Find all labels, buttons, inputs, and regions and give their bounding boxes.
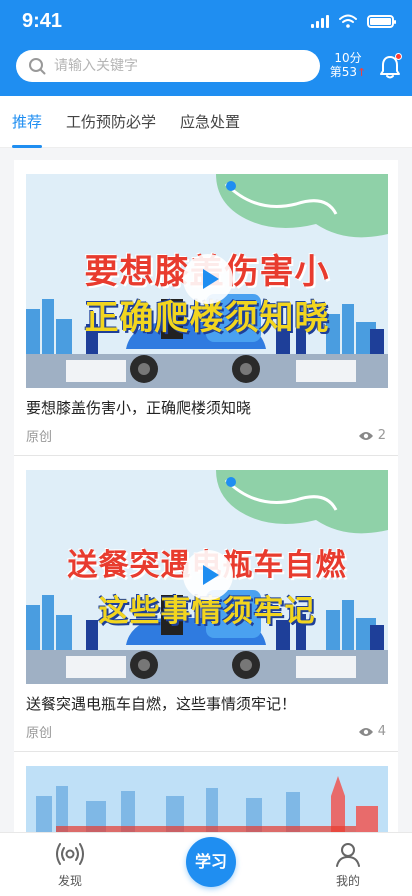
play-icon[interactable] [183,550,233,600]
battery-icon [367,14,396,28]
video-source: 原创 [26,726,53,741]
score-badge[interactable]: 10分 第53↑ [328,51,368,80]
wifi-icon [339,14,357,28]
nav-mine[interactable]: 我的 [318,841,378,889]
video-card[interactable]: 送餐突遇电瓶车自燃 这些事情须牢记 送餐突遇电瓶车自燃，这些事情须牢记！ 原创 … [14,456,398,752]
video-thumbnail[interactable]: 送餐突遇电瓶车自燃 这些事情须牢记 [26,470,388,684]
status-bar: 9:41 [0,0,412,44]
nav-study-button[interactable]: 学习 [186,837,236,887]
video-thumbnail[interactable]: 要想膝盖伤害小 正确爬楼须知晓 [26,174,388,388]
search-icon [29,58,46,75]
score-points: 10分 [334,51,362,65]
video-title[interactable]: 要想膝盖伤害小，正确爬楼须知晓 [26,398,386,418]
view-count: 4 [358,724,386,739]
status-time: 9:41 [22,10,63,32]
tab-emergency[interactable]: 应急处置 [180,96,240,148]
app-header: 9:41 10分 第53↑ [0,0,412,96]
video-card[interactable]: 要想膝盖伤害小 正确爬楼须知晓 要想膝盖伤害小，正确爬楼须知晓 原创 2 [14,160,398,456]
video-feed: 要想膝盖伤害小 正确爬楼须知晓 要想膝盖伤害小，正确爬楼须知晓 原创 2 [14,160,398,836]
status-icons [311,14,396,28]
play-icon[interactable] [183,254,233,304]
notification-button[interactable] [378,53,402,80]
search-bar[interactable] [16,50,320,82]
video-meta: 原创 2 [26,426,386,455]
eye-icon [358,727,373,736]
broadcast-icon [56,843,84,865]
tab-recommend[interactable]: 推荐 [12,96,43,148]
tab-injury-prevention[interactable]: 工伤预防必学 [66,96,156,148]
rank-up-icon: ↑ [357,66,367,79]
score-rank: 第53↑ [329,65,367,79]
video-meta: 原创 4 [26,722,386,751]
video-title[interactable]: 送餐突遇电瓶车自燃，这些事情须牢记！ [26,694,386,714]
city-skyline-illustration [26,766,388,836]
notification-dot [395,53,402,60]
bottom-nav: 发现 学习 我的 [0,832,412,896]
nav-discover[interactable]: 发现 [40,841,100,889]
view-count: 2 [358,428,386,443]
view-count-value: 4 [377,724,386,739]
signal-icon [311,14,329,28]
video-thumbnail-partial[interactable] [26,766,388,836]
view-count-value: 2 [377,428,386,443]
nav-discover-label: 发现 [57,874,82,888]
nav-mine-label: 我的 [335,874,360,888]
tab-bar: 推荐 工伤预防必学 应急处置 [0,96,412,148]
video-source: 原创 [26,430,53,445]
user-icon [336,843,360,867]
search-input[interactable] [54,58,284,74]
eye-icon [358,431,373,440]
